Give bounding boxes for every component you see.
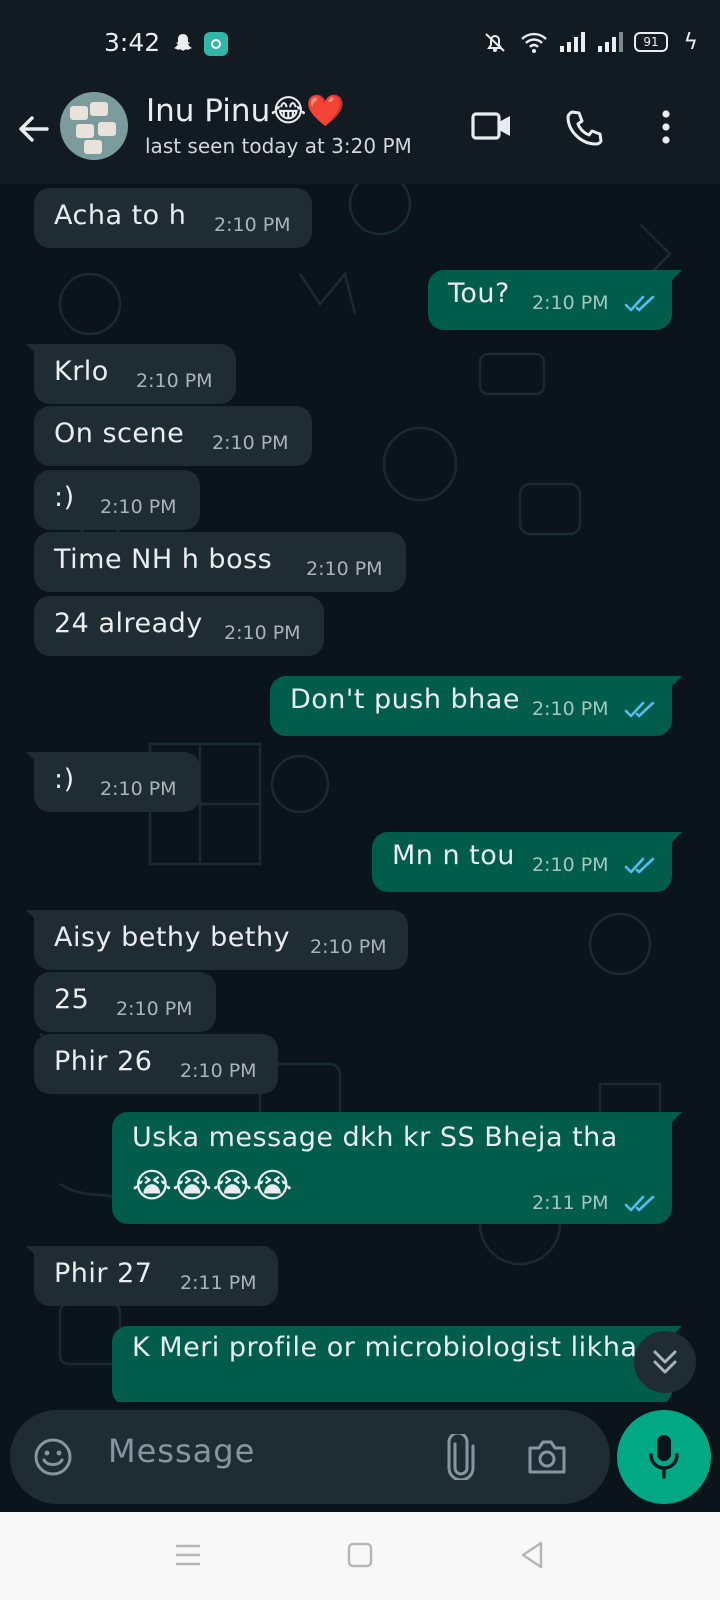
bubble-tail: [26, 1246, 40, 1260]
signal-icon: [560, 32, 585, 52]
voice-message-button[interactable]: [617, 1410, 711, 1504]
message-time: 2:10 PM: [100, 778, 177, 800]
message-time: 2:10 PM: [532, 292, 609, 314]
message-placeholder: Message: [108, 1432, 256, 1470]
incoming-message[interactable]: Acha to h 2:10 PM: [34, 188, 312, 248]
message-time: 2:10 PM: [532, 854, 609, 876]
incoming-message[interactable]: Time NH h boss 2:10 PM: [34, 532, 406, 592]
outgoing-message[interactable]: Uska message dkh kr SS Bheja tha 😭😭😭😭 2:11…: [112, 1112, 682, 1224]
message-text: On scene: [54, 418, 185, 449]
message-input[interactable]: Message: [10, 1410, 610, 1504]
system-navigation-bar: [0, 1512, 720, 1600]
last-seen-status: last seen today at 3:20 PM: [145, 134, 412, 158]
recents-menu-icon[interactable]: [174, 1542, 202, 1568]
incoming-message[interactable]: 25 2:10 PM: [34, 972, 216, 1032]
bubble-tail: [26, 344, 40, 358]
message-text: :): [54, 482, 75, 513]
message-text: Krlo: [54, 356, 109, 387]
read-receipt-icon: [624, 700, 658, 720]
video-call-icon[interactable]: [470, 108, 514, 144]
mute-icon: [485, 33, 505, 52]
incoming-message[interactable]: :) 2:10 PM: [34, 470, 200, 530]
outgoing-message[interactable]: Tou? 2:10 PM: [428, 270, 682, 330]
outgoing-message[interactable]: K Meri profile or microbiologist likha: [112, 1326, 682, 1402]
incoming-message[interactable]: Aisy bethy bethy 2:10 PM: [26, 910, 408, 970]
message-emoji: 😭😭😭😭: [132, 1166, 293, 1206]
wifi-icon: [521, 32, 547, 53]
contact-avatar[interactable]: [60, 92, 128, 160]
message-list[interactable]: Acha to h 2:10 PM Tou? 2:10 PM Krlo 2:10 PM On…: [0, 184, 720, 1402]
bubble-tail: [26, 910, 40, 924]
camera-icon[interactable]: [526, 1438, 568, 1476]
message-text: K Meri profile or microbiologist likha: [132, 1332, 638, 1363]
read-receipt-icon: [624, 294, 658, 314]
voice-call-icon[interactable]: [564, 108, 604, 148]
incoming-message[interactable]: Phir 26 2:10 PM: [34, 1034, 278, 1094]
message-time: 2:10 PM: [214, 214, 291, 236]
snapchat-icon: [174, 34, 192, 51]
message-time: 2:10 PM: [136, 370, 213, 392]
message-text: Time NH h boss: [54, 544, 273, 575]
attach-icon[interactable]: [446, 1434, 476, 1480]
message-time: 2:10 PM: [100, 496, 177, 518]
charging-icon: ϟ: [683, 30, 698, 55]
bubble-tail: [26, 752, 40, 766]
message-text: :): [54, 764, 75, 795]
chat-header: Inu Pinu😂❤️ last seen today at 3:20 PM: [0, 84, 720, 184]
signal-2-icon: [598, 32, 623, 52]
bubble-tail: [668, 270, 682, 284]
message-text: Phir 27: [54, 1258, 153, 1289]
app-notification-icon: [204, 32, 228, 56]
battery-indicator: 91: [634, 32, 668, 52]
back-arrow-icon[interactable]: [14, 110, 52, 148]
read-receipt-icon: [624, 1194, 658, 1214]
microphone-icon: [649, 1435, 679, 1479]
message-text: Uska message dkh kr SS Bheja tha: [132, 1122, 618, 1153]
message-text: Acha to h: [54, 200, 187, 231]
emoji-icon[interactable]: [32, 1436, 74, 1478]
message-time: 2:10 PM: [310, 936, 387, 958]
incoming-message[interactable]: Phir 27 2:11 PM: [26, 1246, 278, 1306]
message-text: Phir 26: [54, 1046, 153, 1077]
status-bar: 3:42 91 ϟ: [0, 0, 720, 84]
status-icons: 91: [480, 30, 668, 54]
bubble-tail: [668, 832, 682, 846]
incoming-message[interactable]: On scene 2:10 PM: [34, 406, 312, 466]
incoming-message[interactable]: Krlo 2:10 PM: [26, 344, 236, 404]
message-text: 24 already: [54, 608, 203, 639]
message-text: Aisy bethy bethy: [54, 922, 291, 953]
message-time: 2:10 PM: [306, 558, 383, 580]
message-time: 2:11 PM: [180, 1272, 257, 1294]
bubble-tail: [668, 1112, 682, 1126]
contact-name[interactable]: Inu Pinu😂❤️: [146, 92, 345, 129]
message-text: 25: [54, 984, 90, 1015]
message-text: Mn n tou: [392, 840, 515, 871]
message-time: 2:10 PM: [212, 432, 289, 454]
message-time: 2:10 PM: [180, 1060, 257, 1082]
message-text: Tou?: [448, 278, 510, 309]
message-time: 2:11 PM: [532, 1192, 609, 1214]
incoming-message[interactable]: :) 2:10 PM: [26, 752, 200, 812]
message-text: Don't push bhae: [290, 684, 520, 715]
message-time: 2:10 PM: [532, 698, 609, 720]
read-receipt-icon: [624, 856, 658, 876]
more-options-icon[interactable]: [656, 108, 676, 148]
scroll-to-bottom-button[interactable]: [634, 1331, 696, 1393]
bubble-tail: [668, 676, 682, 690]
outgoing-message[interactable]: Don't push bhae 2:10 PM: [270, 676, 682, 736]
outgoing-message[interactable]: Mn n tou 2:10 PM: [372, 832, 682, 892]
back-nav-icon[interactable]: [518, 1540, 546, 1570]
message-time: 2:10 PM: [224, 622, 301, 644]
status-time: 3:42: [104, 28, 161, 57]
double-chevron-down-icon: [653, 1350, 677, 1374]
home-icon[interactable]: [346, 1541, 374, 1569]
composer: Message: [0, 1402, 720, 1512]
message-time: 2:10 PM: [116, 998, 193, 1020]
incoming-message[interactable]: 24 already 2:10 PM: [34, 596, 324, 656]
